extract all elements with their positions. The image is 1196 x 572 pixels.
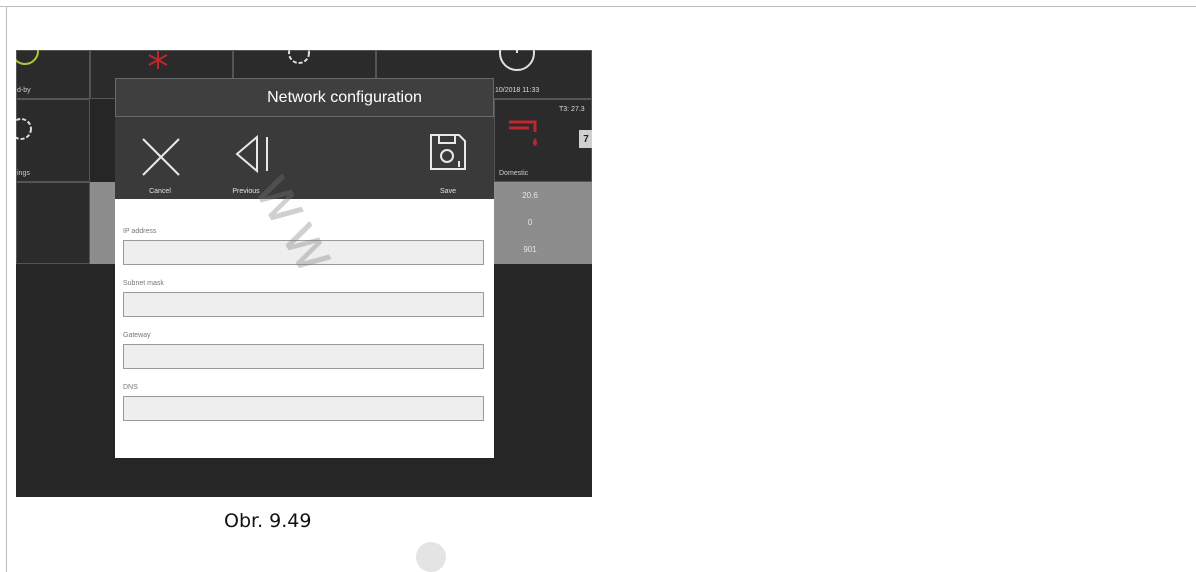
- power-icon: [16, 50, 39, 65]
- gear-icon: [288, 50, 310, 64]
- figure-caption: Obr. 9.49: [224, 510, 312, 532]
- calendar-icon: 7: [579, 130, 592, 148]
- datetime-text: 10/2018 11:33: [495, 87, 540, 94]
- settings-gear-icon: [16, 118, 32, 140]
- save-button[interactable]: Save: [413, 117, 483, 199]
- domestic-tile[interactable]: T3: 27.3 7 Domestic: [494, 99, 592, 182]
- subnet-mask-label: Subnet mask: [123, 280, 164, 287]
- ip-address-label: IP address: [123, 228, 157, 235]
- empty-tile: [16, 182, 90, 264]
- dialog-title: Network configuration: [115, 78, 494, 117]
- clock-icon: [499, 50, 535, 71]
- dns-field[interactable]: [123, 396, 484, 421]
- gateway-label: Gateway: [123, 332, 151, 339]
- cancel-label: Cancel: [149, 188, 171, 195]
- faucet-icon: [509, 120, 537, 146]
- value-3: 901: [523, 245, 537, 254]
- gateway-field[interactable]: [123, 344, 484, 369]
- cancel-x-icon: [142, 138, 180, 176]
- snowflake-icon: [148, 51, 168, 69]
- temp-label: T3: 27.3: [559, 106, 585, 113]
- page-frame-left: [6, 6, 7, 572]
- domestic-label: Domestic: [499, 170, 529, 177]
- settings-tile[interactable]: ings: [16, 99, 90, 182]
- previous-icon: [235, 135, 268, 174]
- standby-tile[interactable]: d-by: [16, 50, 90, 99]
- decorative-dot: [416, 542, 446, 572]
- standby-label: d-by: [17, 87, 31, 94]
- dns-label: DNS: [123, 384, 138, 391]
- page-frame-top: [0, 6, 1196, 7]
- save-floppy-icon: [430, 134, 466, 170]
- save-label: Save: [440, 188, 456, 195]
- subnet-mask-field[interactable]: [123, 292, 484, 317]
- value-2: 0: [527, 218, 533, 227]
- value-1: 20.6: [522, 191, 538, 200]
- calendar-digit: 7: [583, 134, 589, 145]
- cancel-button[interactable]: Cancel: [125, 117, 195, 199]
- settings-label: ings: [17, 170, 30, 177]
